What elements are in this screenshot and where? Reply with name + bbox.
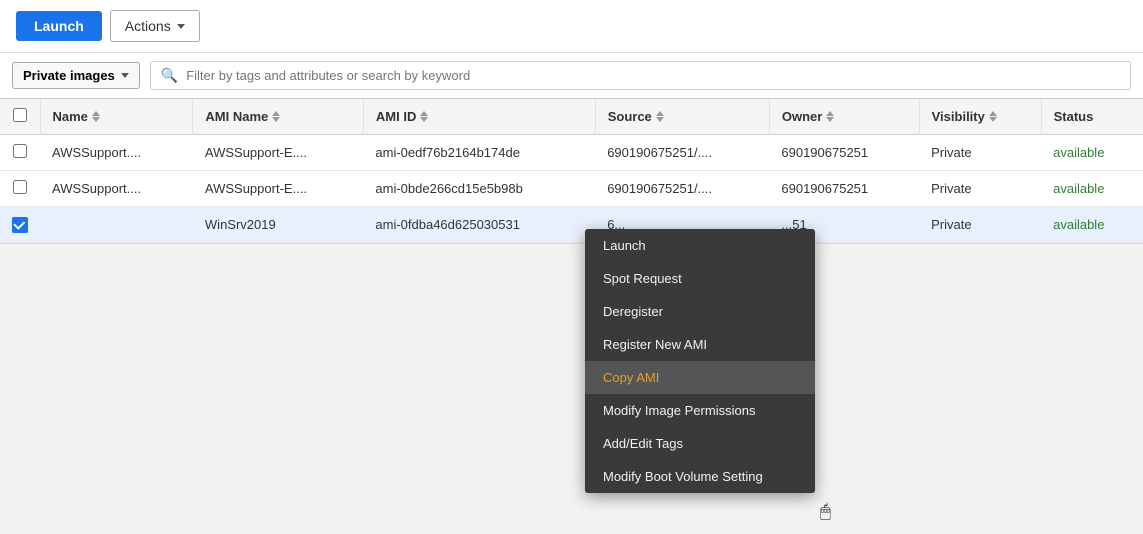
launch-button[interactable]: Launch — [16, 11, 102, 41]
cell-source: 690190675251/.... — [595, 171, 769, 207]
row-checkbox-cell[interactable] — [0, 135, 40, 171]
col-header-owner[interactable]: Owner — [769, 99, 919, 135]
row-checkbox-cell[interactable] — [0, 207, 40, 243]
filter-bar: Private images 🔍 — [0, 53, 1143, 99]
col-header-ami-id[interactable]: AMI ID — [363, 99, 595, 135]
context-menu-item[interactable]: Copy AMI — [585, 361, 815, 394]
context-menu-item[interactable]: Register New AMI — [585, 328, 815, 361]
cell-ami_name: AWSSupport-E.... — [193, 135, 363, 171]
row-checkbox[interactable] — [13, 144, 27, 158]
col-header-name[interactable]: Name — [40, 99, 193, 135]
col-header-source[interactable]: Source — [595, 99, 769, 135]
name-sort-icon — [92, 111, 100, 122]
context-menu-item[interactable]: Modify Image Permissions — [585, 394, 815, 427]
search-input[interactable] — [186, 68, 1120, 83]
ami-name-sort-icon — [272, 111, 280, 122]
cell-status: available — [1041, 207, 1143, 243]
cursor-pointer: 🖱 — [820, 501, 831, 522]
actions-button[interactable]: Actions — [110, 10, 200, 42]
search-icon: 🔍 — [161, 67, 178, 84]
cell-owner: 690190675251 — [769, 135, 919, 171]
checkbox-checked[interactable] — [12, 217, 28, 233]
visibility-sort-icon — [989, 111, 997, 122]
private-images-dropdown[interactable]: Private images — [12, 62, 140, 89]
filter-dropdown-caret-icon — [121, 73, 129, 78]
cell-ami_id: ami-0edf76b2164b174de — [363, 135, 595, 171]
table-container: Name AMI Name — [0, 99, 1143, 244]
filter-dropdown-label: Private images — [23, 68, 115, 83]
cell-name: AWSSupport.... — [40, 171, 193, 207]
row-checkbox[interactable] — [13, 180, 27, 194]
cell-status: available — [1041, 171, 1143, 207]
col-header-visibility[interactable]: Visibility — [919, 99, 1041, 135]
cell-owner: 690190675251 — [769, 171, 919, 207]
cell-visibility: Private — [919, 207, 1041, 243]
row-checkbox-cell[interactable] — [0, 171, 40, 207]
cell-ami_id: ami-0bde266cd15e5b98b — [363, 171, 595, 207]
context-menu-item[interactable]: Launch — [585, 229, 815, 262]
cell-visibility: Private — [919, 171, 1041, 207]
ami-table: Name AMI Name — [0, 99, 1143, 243]
ami-id-sort-icon — [420, 111, 428, 122]
col-header-checkbox[interactable] — [0, 99, 40, 135]
table-header-row: Name AMI Name — [0, 99, 1143, 135]
select-all-checkbox[interactable] — [13, 108, 27, 122]
col-header-ami-name[interactable]: AMI Name — [193, 99, 363, 135]
actions-caret-icon — [177, 24, 185, 29]
table-row[interactable]: AWSSupport....AWSSupport-E....ami-0bde26… — [0, 171, 1143, 207]
table-row[interactable]: AWSSupport....AWSSupport-E....ami-0edf76… — [0, 135, 1143, 171]
cell-ami_name: WinSrv2019 — [193, 207, 363, 243]
context-menu-item[interactable]: Add/Edit Tags — [585, 427, 815, 460]
cell-ami_id: ami-0fdba46d625030531 — [363, 207, 595, 243]
cell-status: available — [1041, 135, 1143, 171]
cell-visibility: Private — [919, 135, 1041, 171]
context-menu-item[interactable]: Deregister — [585, 295, 815, 328]
source-sort-icon — [656, 111, 664, 122]
table-row[interactable]: WinSrv2019ami-0fdba46d6250305316......51… — [0, 207, 1143, 243]
context-menu-item[interactable]: Modify Boot Volume Setting — [585, 460, 815, 493]
context-menu-item[interactable]: Spot Request — [585, 262, 815, 295]
cell-ami_name: AWSSupport-E.... — [193, 171, 363, 207]
cell-source: 690190675251/.... — [595, 135, 769, 171]
col-header-status[interactable]: Status — [1041, 99, 1143, 135]
cell-name: AWSSupport.... — [40, 135, 193, 171]
search-wrapper: 🔍 — [150, 61, 1131, 90]
actions-label: Actions — [125, 18, 171, 34]
owner-sort-icon — [826, 111, 834, 122]
toolbar: Launch Actions — [0, 0, 1143, 53]
context-menu: LaunchSpot RequestDeregisterRegister New… — [585, 229, 815, 493]
cell-name — [40, 207, 193, 243]
